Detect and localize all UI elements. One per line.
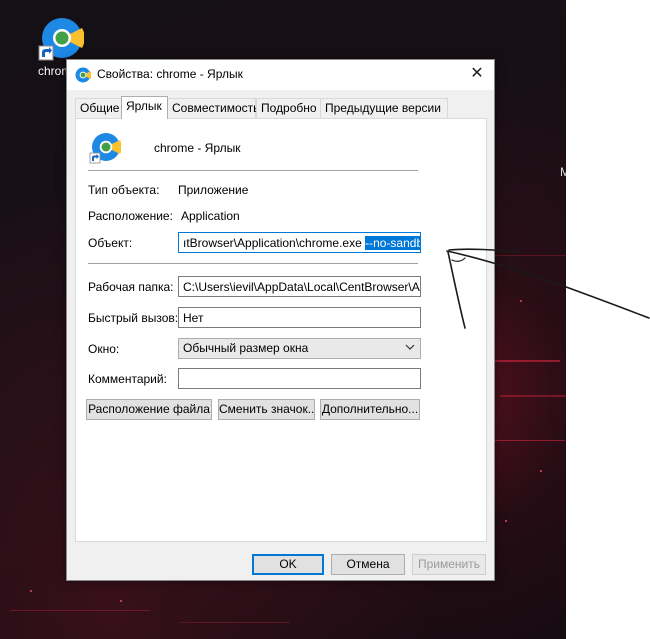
tab-details[interactable]: Подробно <box>256 98 321 118</box>
open-file-location-button[interactable]: Расположение файла <box>86 399 212 420</box>
change-icon-button[interactable]: Сменить значок... <box>218 399 315 420</box>
close-icon: ✕ <box>470 65 484 82</box>
tab-previous-versions[interactable]: Предыдущие версии <box>320 98 448 118</box>
tab-shortcut[interactable]: Ярлык <box>121 96 168 119</box>
hotkey-input[interactable]: Нет <box>178 307 421 328</box>
tab-compatibility[interactable]: Совместимость <box>167 98 259 118</box>
decor-streak <box>10 610 150 611</box>
properties-dialog: Свойства: chrome - Ярлык ✕ Общие Ярлык С… <box>66 59 495 581</box>
advanced-button[interactable]: Дополнительно... <box>320 399 420 420</box>
separator <box>88 263 418 264</box>
hotkey-label: Быстрый вызов: <box>88 311 179 325</box>
desktop-offscreen-text: M <box>560 165 566 179</box>
decor-streak <box>500 395 566 397</box>
shortcut-name: chrome - Ярлык <box>154 141 241 155</box>
desktop-shortcut-label: chrome - Ярлык <box>38 64 68 78</box>
target-text: ıtBrowser\Application\chrome.exe <box>183 236 366 250</box>
window-size-value: Обычный размер окна <box>183 341 309 355</box>
apply-button[interactable]: Применить <box>412 554 486 575</box>
working-folder-label: Рабочая папка: <box>88 280 174 294</box>
decor-dot <box>120 600 122 602</box>
window-label: Окно: <box>88 342 120 356</box>
chevron-down-icon <box>405 340 415 359</box>
decor-streak <box>180 622 290 623</box>
tab-general[interactable]: Общие <box>75 98 122 118</box>
dialog-title: Свойства: chrome - Ярлык <box>97 67 243 81</box>
location-value: Application <box>181 209 240 223</box>
target-selected-text: --no-sandbox <box>365 236 420 250</box>
object-type-value: Приложение <box>178 183 249 197</box>
comment-input[interactable] <box>178 368 421 389</box>
target-input[interactable]: ıtBrowser\Application\chrome.exe --no-sa… <box>178 232 421 253</box>
decor-dot <box>30 590 32 592</box>
chrome-like-icon <box>38 18 85 61</box>
close-button[interactable]: ✕ <box>460 60 494 90</box>
object-type-label: Тип объекта: <box>88 183 160 197</box>
shortcut-large-icon <box>89 132 122 169</box>
cancel-button[interactable]: Отмена <box>331 554 405 575</box>
separator <box>88 170 418 171</box>
chrome-like-icon <box>75 67 92 88</box>
decor-dot <box>520 300 522 302</box>
comment-label: Комментарий: <box>88 372 167 386</box>
ok-button[interactable]: OK <box>252 554 324 575</box>
chrome-like-icon <box>89 133 122 164</box>
target-label: Объект: <box>88 236 133 250</box>
location-label: Расположение: <box>88 209 173 223</box>
working-folder-input[interactable]: C:\Users\ievil\AppData\Local\CentBrowser… <box>178 276 421 297</box>
decor-dot <box>540 470 542 472</box>
shortcut-tab-panel: chrome - Ярлык Тип объекта: Приложение Р… <box>75 118 487 542</box>
decor-streak <box>495 440 565 441</box>
decor-dot <box>505 520 507 522</box>
title-bar[interactable]: Свойства: chrome - Ярлык ✕ <box>67 60 494 90</box>
window-size-select[interactable]: Обычный размер окна <box>178 338 421 359</box>
